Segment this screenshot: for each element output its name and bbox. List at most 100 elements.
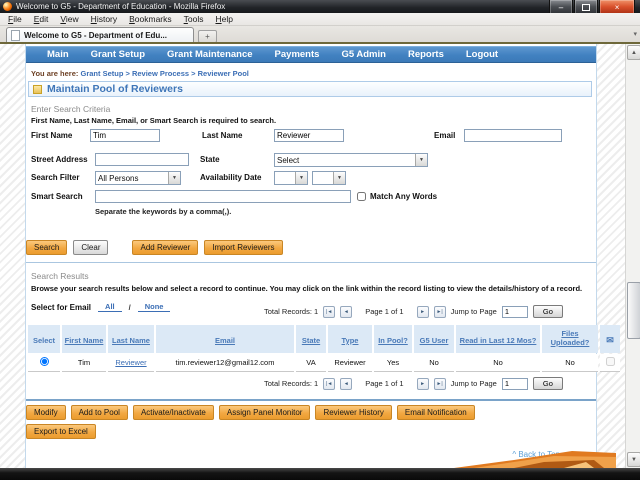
- firefox-icon: [3, 2, 12, 11]
- export-to-excel-button[interactable]: Export to Excel: [26, 424, 96, 439]
- scroll-up-icon[interactable]: ▲: [627, 45, 640, 60]
- state-label: State: [200, 155, 220, 164]
- required-note: First Name, Last Name, Email, or Smart S…: [31, 116, 276, 125]
- search-criteria-heading: Enter Search Criteria: [31, 104, 110, 114]
- nav-main[interactable]: Main: [36, 49, 80, 60]
- last-name-label: Last Name: [202, 131, 242, 140]
- availability-month-select[interactable]: ▼: [274, 171, 308, 185]
- next-page-button[interactable]: ►: [417, 378, 429, 390]
- prev-page-button[interactable]: ◄: [340, 378, 352, 390]
- col-email-select[interactable]: ✉: [600, 325, 620, 353]
- main-navigation: Main Grant Setup Grant Maintenance Payme…: [26, 46, 596, 63]
- activate-inactivate-button[interactable]: Activate/Inactivate: [133, 405, 214, 420]
- col-g5-user[interactable]: G5 User: [414, 325, 454, 353]
- state-selected-value: Select: [275, 156, 415, 165]
- last-page-button[interactable]: ►|: [434, 378, 446, 390]
- breadcrumb-path[interactable]: Grant Setup > Review Process > Reviewer …: [80, 69, 248, 78]
- col-state[interactable]: State: [296, 325, 326, 353]
- menu-view[interactable]: View: [54, 14, 84, 24]
- next-page-button[interactable]: ►: [417, 306, 429, 318]
- menu-file[interactable]: File: [2, 14, 28, 24]
- nav-grant-setup[interactable]: Grant Setup: [80, 49, 156, 60]
- jump-to-page-input[interactable]: [502, 306, 528, 318]
- import-reviewers-button[interactable]: Import Reviewers: [204, 240, 282, 255]
- first-page-button[interactable]: |◄: [323, 306, 335, 318]
- street-address-label: Street Address: [31, 155, 88, 164]
- menu-edit[interactable]: Edit: [28, 14, 55, 24]
- menu-tools[interactable]: Tools: [178, 14, 210, 24]
- search-filter-select[interactable]: All Persons ▼: [95, 171, 181, 185]
- smart-search-field[interactable]: [95, 190, 351, 203]
- vertical-scrollbar[interactable]: ▲ ▼: [625, 44, 640, 468]
- match-any-words-label: Match Any Words: [370, 192, 437, 201]
- email-notification-button[interactable]: Email Notification: [397, 405, 475, 420]
- add-reviewer-button[interactable]: Add Reviewer: [132, 240, 198, 255]
- select-none-link[interactable]: None: [138, 302, 171, 312]
- last-name-link[interactable]: Reviewer: [115, 358, 146, 367]
- col-last-name[interactable]: Last Name: [108, 325, 154, 353]
- chevron-down-icon: ▼: [333, 172, 345, 184]
- modify-button[interactable]: Modify: [26, 405, 66, 420]
- row-email-checkbox[interactable]: [606, 357, 615, 366]
- footer-artwork: [454, 450, 616, 468]
- table-header-row: Select First Name Last Name Email State …: [28, 325, 620, 353]
- col-email[interactable]: Email: [156, 325, 294, 353]
- email-field[interactable]: [464, 129, 562, 142]
- table-row: Tim Reviewer tim.reviewer12@gmail12.com …: [28, 354, 620, 372]
- nav-payments[interactable]: Payments: [264, 49, 331, 60]
- cell-last-name: Reviewer: [108, 354, 154, 372]
- last-page-button[interactable]: ►|: [434, 306, 446, 318]
- first-page-button[interactable]: |◄: [323, 378, 335, 390]
- street-address-field[interactable]: [95, 153, 189, 166]
- state-select[interactable]: Select ▼: [274, 153, 428, 167]
- total-records-label: Total Records: 1: [264, 307, 318, 316]
- cell-email: tim.reviewer12@gmail12.com: [156, 354, 294, 372]
- menu-bookmarks[interactable]: Bookmarks: [123, 14, 178, 24]
- select-separator: /: [129, 303, 131, 312]
- menu-help[interactable]: Help: [209, 14, 238, 24]
- page-icon: [11, 30, 20, 41]
- col-type[interactable]: Type: [328, 325, 372, 353]
- menu-history[interactable]: History: [85, 14, 123, 24]
- list-tabs-icon[interactable]: ▾: [633, 30, 637, 38]
- jump-to-page-input[interactable]: [502, 378, 528, 390]
- nav-reports[interactable]: Reports: [397, 49, 455, 60]
- go-button[interactable]: Go: [533, 377, 563, 390]
- availability-year-select[interactable]: ▼: [312, 171, 346, 185]
- actions-divider: [26, 399, 596, 401]
- tab-welcome-g5[interactable]: Welcome to G5 - Department of Edu...: [6, 27, 194, 42]
- left-margin-pattern: [0, 44, 25, 468]
- first-name-field[interactable]: [90, 129, 160, 142]
- page-viewport: Main Grant Setup Grant Maintenance Payme…: [0, 42, 640, 468]
- results-table: Select First Name Last Name Email State …: [26, 324, 622, 373]
- clear-button[interactable]: Clear: [73, 240, 108, 255]
- select-all-link[interactable]: All: [98, 302, 122, 312]
- add-to-pool-button[interactable]: Add to Pool: [71, 405, 128, 420]
- page-title-bar: Maintain Pool of Reviewers: [28, 81, 592, 97]
- col-read-12-mos[interactable]: Read in Last 12 Mos?: [456, 325, 540, 353]
- nav-g5-admin[interactable]: G5 Admin: [330, 49, 397, 60]
- col-in-pool[interactable]: In Pool?: [374, 325, 412, 353]
- reviewer-history-button[interactable]: Reviewer History: [315, 405, 391, 420]
- page-indicator: Page 1 of 1: [357, 379, 411, 388]
- assign-panel-monitor-button[interactable]: Assign Panel Monitor: [219, 405, 311, 420]
- match-any-words-checkbox[interactable]: [357, 192, 366, 201]
- prev-page-button[interactable]: ◄: [340, 306, 352, 318]
- go-button[interactable]: Go: [533, 305, 563, 318]
- scroll-down-icon[interactable]: ▼: [627, 452, 640, 467]
- scrollbar-thumb[interactable]: [627, 282, 640, 339]
- last-name-field[interactable]: [274, 129, 344, 142]
- jump-to-page-label: Jump to Page: [451, 379, 497, 388]
- search-button[interactable]: Search: [26, 240, 67, 255]
- cell-state: VA: [296, 354, 326, 372]
- row-select-radio[interactable]: [40, 357, 49, 366]
- smart-search-label: Smart Search: [31, 192, 83, 201]
- smart-search-hint: Separate the keywords by a comma(,).: [95, 207, 231, 216]
- col-first-name[interactable]: First Name: [62, 325, 106, 353]
- col-files-uploaded[interactable]: Files Uploaded?: [542, 325, 598, 353]
- nav-grant-maintenance[interactable]: Grant Maintenance: [156, 49, 264, 60]
- close-icon: ×: [615, 3, 620, 12]
- nav-logout[interactable]: Logout: [455, 49, 509, 60]
- search-filter-selected-value: All Persons: [96, 174, 168, 183]
- col-select: Select: [28, 325, 60, 353]
